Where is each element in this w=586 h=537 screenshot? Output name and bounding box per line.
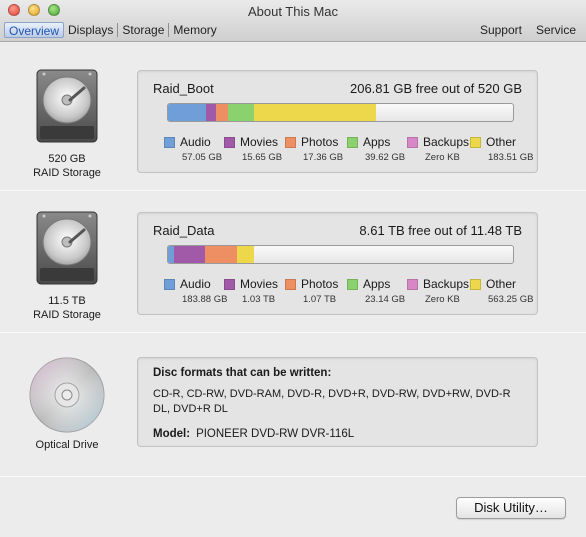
volume-name: Raid_Data (153, 223, 215, 238)
legend-label: Audio (180, 277, 211, 291)
swatch-apps (347, 136, 358, 148)
legend-value: 23.14 GB (365, 294, 406, 305)
volume-name: Raid_Boot (153, 81, 214, 96)
optical-drive-label: Optical Drive (35, 439, 99, 451)
tab-overview[interactable]: Overview (4, 22, 65, 38)
drive-model: Model: PIONEER DVD-RW DVR-116L (153, 428, 354, 440)
storage-usage-bar (167, 245, 514, 264)
segment-photos (204, 246, 237, 263)
swatch-audio (164, 278, 175, 290)
disc-formats-heading: Disc formats that can be written: (153, 367, 332, 379)
drive-icon-column: 11.5 TB RAID Storage (0, 210, 134, 322)
legend-value: 1.03 TB (242, 294, 276, 305)
legend-other: Other 563.25 GB (470, 277, 533, 305)
legend-value: Zero KB (425, 294, 460, 305)
section-divider (0, 332, 586, 333)
drive-type-label: RAID Storage (33, 309, 101, 321)
legend-label: Apps (363, 277, 391, 291)
legend-value: 183.88 GB (182, 294, 228, 305)
tab-service[interactable]: Service (536, 22, 576, 38)
tab-support[interactable]: Support (480, 22, 522, 38)
segment-movies (205, 104, 217, 121)
window-title: About This Mac (247, 4, 339, 19)
section-divider (0, 476, 586, 477)
hard-drive-icon (36, 69, 98, 143)
swatch-movies (224, 136, 235, 148)
legend-movies: Movies 15.65 GB (224, 135, 282, 163)
swatch-backups (407, 136, 418, 148)
optical-drive-panel: Disc formats that can be written: CD-R, … (137, 357, 538, 447)
segment-photos (216, 104, 228, 121)
toolbar-right-tabs: Support Service (480, 22, 576, 38)
legend-audio: Audio 57.05 GB (164, 135, 222, 163)
segment-movies (173, 246, 205, 263)
legend-label: Audio (180, 135, 211, 149)
legend-audio: Audio 183.88 GB (164, 277, 227, 305)
optical-disc-icon (29, 357, 105, 433)
legend-label: Photos (301, 277, 339, 291)
legend-value: 15.65 GB (242, 152, 283, 163)
toolbar-tabs: Overview Displays Storage Memory (4, 22, 221, 38)
legend-label: Other (486, 277, 517, 291)
legend-photos: Photos 1.07 TB (285, 277, 338, 305)
tab-memory[interactable]: Memory (169, 22, 220, 38)
segment-other (253, 104, 376, 121)
storage-usage-bar (167, 103, 514, 122)
legend-other: Other 183.51 GB (470, 135, 533, 163)
drive-size-label: 11.5 TB (48, 295, 86, 307)
swatch-other (470, 136, 481, 148)
legend-value: 39.62 GB (365, 152, 406, 163)
legend-apps: Apps 23.14 GB (347, 277, 405, 305)
legend-label: Other (486, 135, 517, 149)
swatch-audio (164, 136, 175, 148)
legend-movies: Movies 1.03 TB (224, 277, 278, 305)
title-bar: About This Mac Overview Displays Storage… (0, 0, 586, 42)
storage-panel-raid-boot: Raid_Boot 206.81 GB free out of 520 GB A… (137, 70, 538, 173)
legend-label: Photos (301, 135, 339, 149)
drive-model-label: Model: (153, 428, 191, 440)
disc-formats-list: CD-R, CD-RW, DVD-RAM, DVD-R, DVD+R, DVD-… (153, 388, 511, 415)
tab-storage[interactable]: Storage (118, 22, 168, 38)
legend-backups: Backups Zero KB (407, 135, 469, 163)
legend-label: Backups (423, 277, 470, 291)
legend-value: 183.51 GB (488, 152, 534, 163)
legend-value: 1.07 TB (303, 294, 337, 305)
swatch-backups (407, 278, 418, 290)
volume-free-space: 206.81 GB free out of 520 GB (349, 81, 522, 96)
legend-value: 17.36 GB (303, 152, 344, 163)
drive-model-value: PIONEER DVD-RW DVR-116L (196, 428, 355, 440)
segment-other (237, 246, 255, 263)
legend-label: Movies (240, 135, 279, 149)
drive-icon-column: 520 GB RAID Storage (0, 68, 134, 180)
segment-audio (168, 104, 206, 121)
swatch-other (470, 278, 481, 290)
legend-label: Backups (423, 135, 470, 149)
legend-value: 57.05 GB (182, 152, 223, 163)
swatch-photos (285, 278, 296, 290)
legend-photos: Photos 17.36 GB (285, 135, 343, 163)
segment-apps (227, 104, 254, 121)
swatch-movies (224, 278, 235, 290)
legend-value: Zero KB (425, 152, 460, 163)
volume-free-space: 8.61 TB free out of 11.48 TB (359, 223, 522, 238)
tab-displays[interactable]: Displays (64, 22, 117, 38)
swatch-apps (347, 278, 358, 290)
legend-backups: Backups Zero KB (407, 277, 469, 305)
disk-utility-button[interactable]: Disk Utility… (456, 497, 566, 519)
swatch-photos (285, 136, 296, 148)
legend-label: Movies (240, 277, 279, 291)
legend-value: 563.25 GB (488, 294, 534, 305)
legend-label: Apps (363, 135, 391, 149)
storage-panel-raid-data: Raid_Data 8.61 TB free out of 11.48 TB A… (137, 212, 538, 315)
section-divider (0, 190, 586, 191)
drive-size-label: 520 GB (48, 153, 86, 165)
hard-drive-icon (36, 211, 98, 285)
optical-icon-column: Optical Drive (0, 356, 134, 452)
legend-apps: Apps 39.62 GB (347, 135, 405, 163)
drive-type-label: RAID Storage (33, 167, 101, 179)
